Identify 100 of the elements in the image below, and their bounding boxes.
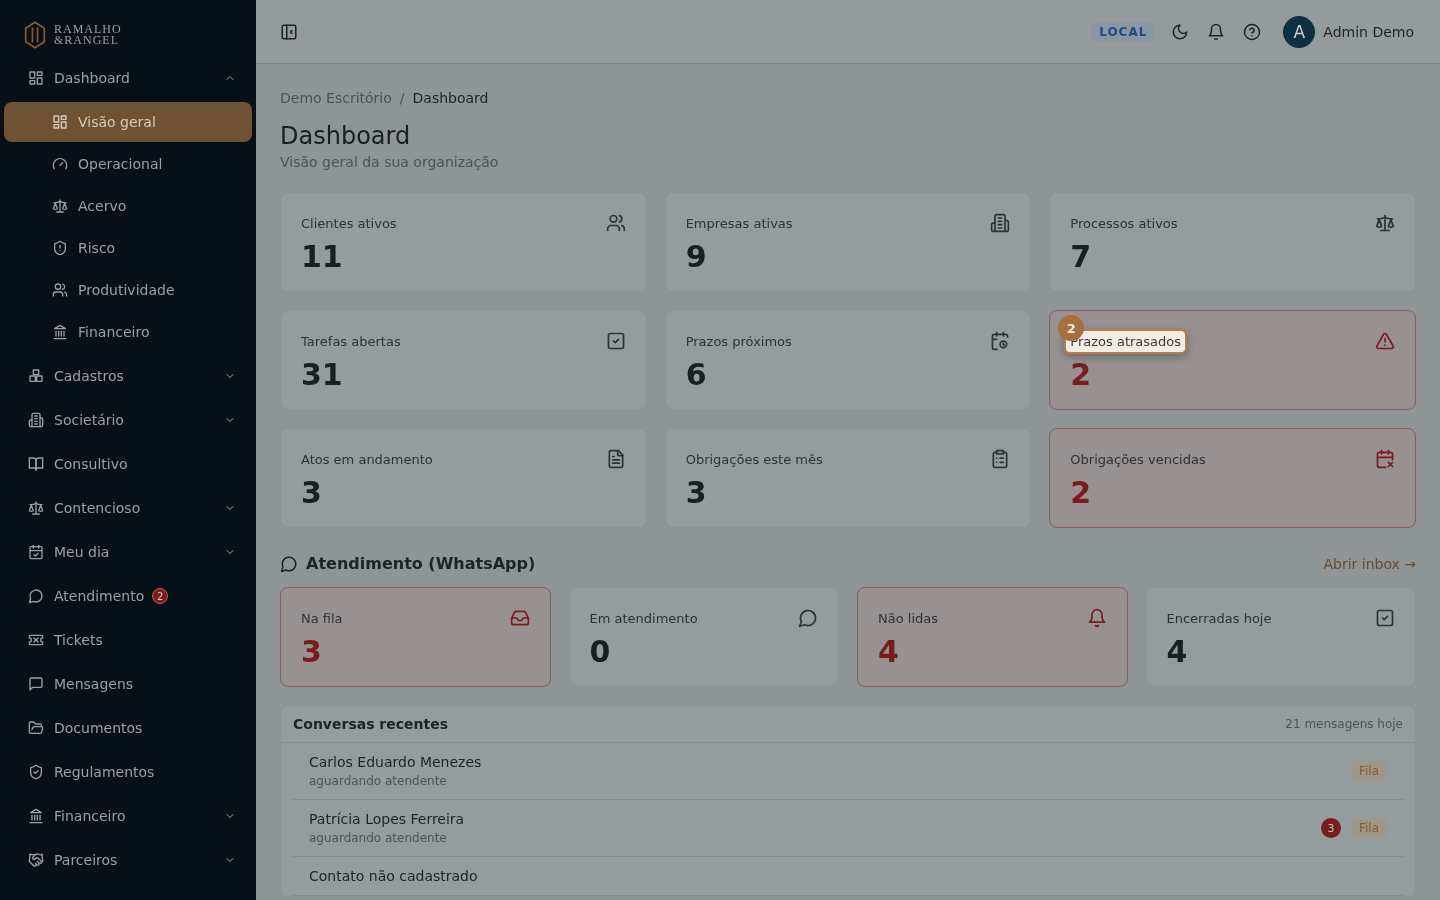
grid-icon xyxy=(28,70,44,86)
stat-label: Clientes ativos xyxy=(301,215,397,231)
building-icon xyxy=(990,213,1011,233)
section-title: Atendimento (WhatsApp) xyxy=(306,554,536,573)
stat-value: 9 xyxy=(685,239,708,274)
nav-item[interactable]: Tickets xyxy=(0,618,256,662)
bank-icon xyxy=(28,808,44,824)
stat-value: 3 xyxy=(301,475,323,510)
building-icon xyxy=(28,412,44,428)
unread-badge: 3 xyxy=(1320,818,1341,838)
scale-icon xyxy=(28,500,44,516)
nav-subitem[interactable]: Produtividade xyxy=(4,270,252,310)
nav-subitem[interactable]: Visão geral xyxy=(4,102,252,142)
warning-icon xyxy=(1375,331,1395,351)
stat-value: 6 xyxy=(685,357,708,392)
chat-icon xyxy=(28,588,44,604)
stat-value: 2 xyxy=(1070,475,1093,510)
breadcrumb-item: Dashboard xyxy=(412,90,489,106)
count-badge: 2 xyxy=(152,588,169,604)
stat-value: 4 xyxy=(1166,634,1189,669)
nav-item[interactable]: Documentos xyxy=(0,706,256,750)
logo-text: &RANGEL xyxy=(54,35,120,46)
status-tag: Fila xyxy=(1350,761,1387,781)
calendar-x-icon xyxy=(1375,449,1395,469)
logo-icon xyxy=(24,20,46,50)
nav-item[interactable]: Mensagens xyxy=(0,662,256,706)
stat-value: 4 xyxy=(878,634,900,669)
checkbox-icon xyxy=(1375,608,1395,628)
gauge-icon xyxy=(52,156,68,172)
nav-item[interactable]: Regulamentos xyxy=(0,750,256,794)
stat-label: Prazos próximos xyxy=(685,333,792,349)
stat-label: Obrigações este mês xyxy=(685,451,823,467)
shield-check-icon xyxy=(28,764,44,780)
boxes-icon xyxy=(28,368,44,384)
page-title: Dashboard xyxy=(280,122,412,150)
users-icon xyxy=(52,282,68,298)
stat-value: 0 xyxy=(589,634,612,669)
stat-value: 11 xyxy=(301,239,344,274)
checkbox-icon xyxy=(605,331,626,351)
nav-item[interactable]: Consultivo xyxy=(0,442,256,486)
stat-value: 2 xyxy=(1070,357,1093,392)
page-subtitle: Visão geral da sua organização xyxy=(280,154,500,170)
nav-subitem[interactable]: Operacional xyxy=(4,144,252,184)
stat-label: Encerradas hoje xyxy=(1166,610,1272,626)
stat-label: Não lidas xyxy=(878,610,938,626)
user-name[interactable]: Admin Demo xyxy=(1323,23,1414,40)
environment-badge: LOCAL xyxy=(1091,21,1156,42)
grid-icon xyxy=(52,114,68,130)
handshake-icon xyxy=(28,852,44,868)
contact-name: Contato não cadastrado xyxy=(309,868,479,884)
nav-subitem[interactable]: Risco xyxy=(4,228,252,268)
message-count: 21 mensagens hoje xyxy=(1285,717,1403,731)
logo-text: RAMALHO xyxy=(54,24,122,35)
nav-item[interactable]: Dashboard xyxy=(0,56,256,100)
conversation-status: aguardando atendente xyxy=(309,774,448,788)
status-tag: Fila xyxy=(1350,818,1387,838)
stat-value: 31 xyxy=(301,357,344,392)
chat-icon xyxy=(798,608,818,628)
breadcrumb-separator: / xyxy=(399,90,405,106)
nav-item[interactable]: Cadastros xyxy=(0,354,256,398)
conversation-status: aguardando atendente xyxy=(309,831,448,845)
nav-subitem[interactable]: Acervo xyxy=(4,186,252,226)
stat-value: 3 xyxy=(301,634,323,669)
conversation-row[interactable]: Patrícia Lopes Ferreira aguardando atendente 3 Fila xyxy=(293,800,1403,857)
bell-icon xyxy=(1086,608,1107,628)
conversation-row[interactable]: Carlos Eduardo Menezes aguardando atendente Fila xyxy=(293,743,1403,800)
conversation-row[interactable]: Contato não cadastrado xyxy=(293,857,1403,896)
stat-label: Processos ativos xyxy=(1070,215,1178,231)
user-avatar[interactable]: A xyxy=(1283,15,1316,48)
message-icon xyxy=(28,676,44,692)
stat-label: Empresas ativas xyxy=(685,215,793,231)
chat-icon xyxy=(280,554,298,573)
stat-label: Atos em andamento xyxy=(301,451,433,467)
folder-icon xyxy=(28,720,44,736)
contact-name: Patrícia Lopes Ferreira xyxy=(309,811,466,827)
inbox-icon xyxy=(509,608,530,628)
nav-item[interactable]: Contencioso xyxy=(0,486,256,530)
nav-subitem[interactable]: Financeiro xyxy=(4,312,252,352)
stat-label: Tarefas abertas xyxy=(301,333,401,349)
stat-value: 7 xyxy=(1070,239,1093,274)
stat-label: Obrigações vencidas xyxy=(1070,451,1206,467)
calendar-clock-icon xyxy=(990,331,1011,351)
bank-icon xyxy=(52,324,68,340)
book-icon xyxy=(28,456,44,472)
nav-item[interactable]: Atendimento 2 xyxy=(0,574,256,618)
stat-value: 3 xyxy=(685,475,708,510)
panel-title: Conversas recentes xyxy=(293,716,449,732)
scale-icon xyxy=(52,198,68,214)
stat-label: Na fila xyxy=(301,610,343,626)
nav-item[interactable]: Parceiros xyxy=(0,838,256,882)
nav-item[interactable]: Financeiro xyxy=(0,794,256,838)
contact-name: Carlos Eduardo Menezes xyxy=(309,754,483,770)
nav-item[interactable]: Societário xyxy=(0,398,256,442)
scale-icon xyxy=(1375,213,1395,233)
shield-icon xyxy=(52,240,68,256)
ticket-icon xyxy=(28,632,44,648)
nav-item[interactable]: Meu dia xyxy=(0,530,256,574)
stat-label: Em atendimento xyxy=(589,610,698,626)
clipboard-icon xyxy=(990,449,1011,469)
calendar-check-icon xyxy=(28,544,44,560)
